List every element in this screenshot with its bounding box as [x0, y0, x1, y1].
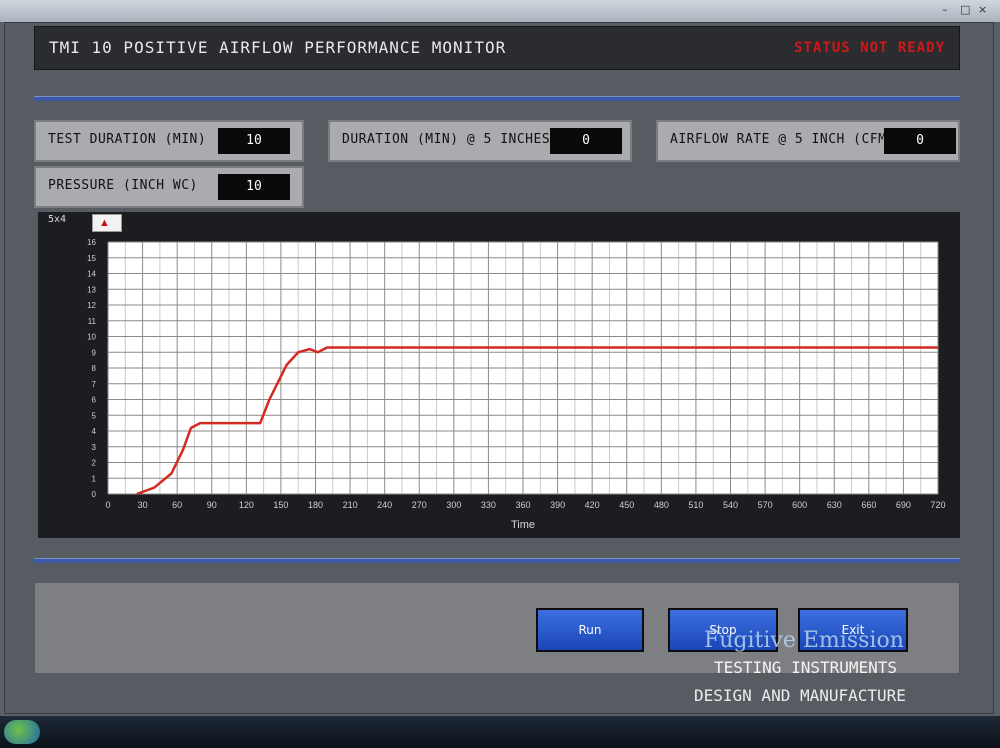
x-tick-label: 30 [138, 500, 148, 510]
x-tick-label: 450 [619, 500, 634, 510]
x-tick-label: 420 [585, 500, 600, 510]
x-tick-label: 720 [930, 500, 945, 510]
y-tick-label: 13 [87, 285, 96, 294]
param-airflow-rate: AIRFLOW RATE @ 5 INCH (CFM) 0 [656, 120, 960, 162]
watermark-logo: Fugitive Emission TESTING INSTRUMENTS DE… [680, 628, 990, 708]
param-label: AIRFLOW RATE @ 5 INCH (CFM) [670, 132, 895, 147]
y-tick-label: 11 [88, 317, 97, 326]
param-value-field[interactable]: 0 [550, 128, 622, 154]
param-test-duration: TEST DURATION (MIN) 10 [34, 120, 304, 162]
x-tick-label: 270 [412, 500, 427, 510]
y-tick-label: 1 [92, 474, 97, 483]
x-tick-label: 330 [481, 500, 496, 510]
y-tick-label: 5 [92, 411, 97, 420]
param-label: DURATION (MIN) @ 5 INCHES [342, 132, 551, 147]
param-value-field[interactable]: 10 [218, 128, 290, 154]
param-label: TEST DURATION (MIN) [48, 132, 207, 147]
restore-icon[interactable]: □ [960, 3, 970, 16]
os-taskbar [0, 716, 1000, 748]
x-tick-label: 600 [792, 500, 807, 510]
x-tick-label: 180 [308, 500, 323, 510]
y-tick-label: 15 [87, 254, 96, 263]
app-title-bar: TMI 10 POSITIVE AIRFLOW PERFORMANCE MONI… [34, 26, 960, 70]
x-tick-label: 150 [273, 500, 288, 510]
x-tick-label: 480 [654, 500, 669, 510]
divider-top [34, 96, 960, 101]
y-tick-label: 12 [87, 301, 96, 310]
param-value-field[interactable]: 10 [218, 174, 290, 200]
watermark-line-1: Fugitive Emission [704, 628, 904, 653]
x-tick-label: 510 [688, 500, 703, 510]
watermark-line-2: TESTING INSTRUMENTS [714, 658, 898, 677]
x-tick-label: 360 [515, 500, 530, 510]
y-tick-label: 6 [92, 396, 97, 405]
y-tick-label: 3 [92, 443, 97, 452]
x-tick-label: 300 [446, 500, 461, 510]
y-tick-label: 10 [87, 333, 96, 342]
x-tick-label: 690 [896, 500, 911, 510]
param-pressure: PRESSURE (INCH WC) 10 [34, 166, 304, 208]
x-tick-label: 90 [207, 500, 217, 510]
y-tick-label: 4 [92, 427, 97, 436]
x-tick-label: 210 [343, 500, 358, 510]
y-tick-label: 16 [87, 238, 96, 247]
status-indicator: STATUS NOT READY [794, 40, 945, 56]
x-tick-label: 240 [377, 500, 392, 510]
x-tick-label: 570 [758, 500, 773, 510]
x-tick-label: 390 [550, 500, 565, 510]
close-icon[interactable]: × [978, 3, 987, 16]
y-tick-label: 14 [87, 270, 96, 279]
minimize-icon[interactable]: – [942, 3, 948, 16]
pressure-chart: 0 30 60 90 120 150 180 210 240 270 300 330 360 390 420… [87, 238, 945, 531]
run-button[interactable]: Run [536, 608, 644, 652]
x-tick-label: 660 [861, 500, 876, 510]
x-axis-title: Time [511, 519, 535, 531]
param-value-field[interactable]: 0 [884, 128, 956, 154]
x-tick-label: 120 [239, 500, 254, 510]
x-tick-label: 60 [172, 500, 182, 510]
y-tick-label: 2 [92, 459, 97, 468]
param-duration-5-inches: DURATION (MIN) @ 5 INCHES 0 [328, 120, 632, 162]
chart-panel: 5x4 ▲ 0 30 60 90 120 150 180 210 240 270 300 330 360… [38, 212, 960, 538]
divider-bottom [34, 558, 960, 563]
top-window-strip: – □ × [0, 0, 1000, 22]
y-tick-label: 0 [92, 490, 97, 499]
x-tick-label: 0 [105, 500, 110, 510]
x-tick-label: 630 [827, 500, 842, 510]
x-tick-label: 540 [723, 500, 738, 510]
start-button-icon[interactable] [4, 720, 40, 744]
watermark-line-3: DESIGN AND MANUFACTURE [694, 686, 906, 705]
y-tick-label: 8 [92, 364, 97, 373]
param-label: PRESSURE (INCH WC) [48, 178, 198, 193]
y-tick-label: 7 [92, 380, 97, 389]
app-title: TMI 10 POSITIVE AIRFLOW PERFORMANCE MONI… [49, 38, 507, 57]
y-tick-label: 9 [92, 348, 97, 357]
